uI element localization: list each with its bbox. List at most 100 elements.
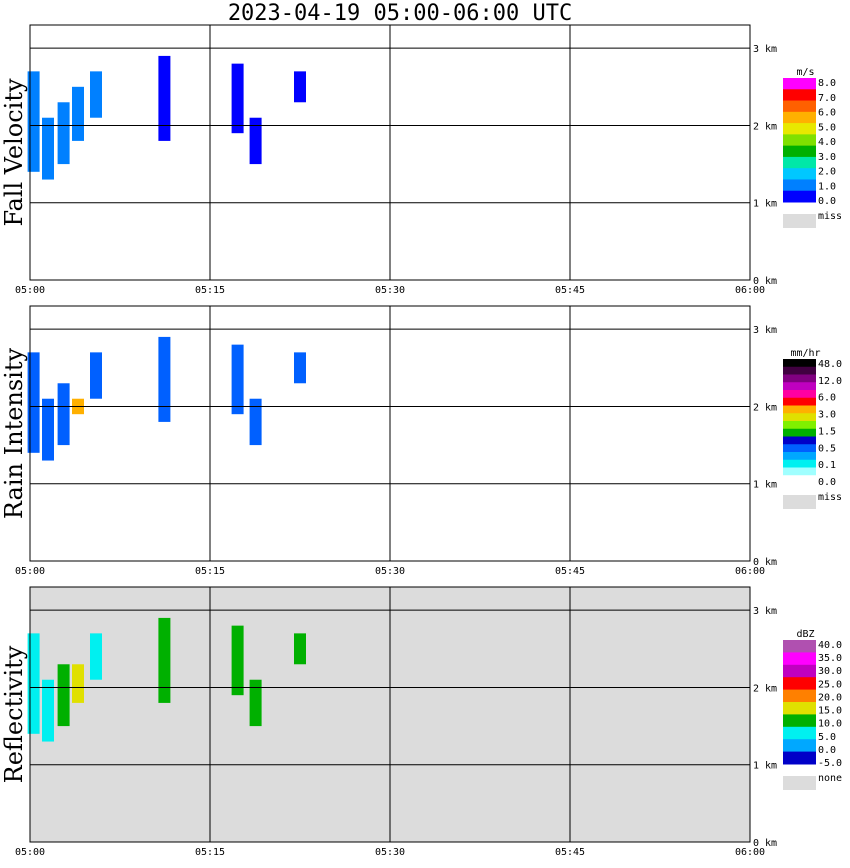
chart-canvas: 05:00 05:15 05:30 05:45 06:000 km1 km2 km3 k… <box>0 24 842 858</box>
panel-2: 05:00 05:15 05:30 05:45 06:000 km1 km2 km3 k… <box>0 305 842 577</box>
echo-cell <box>158 55 171 141</box>
y-tick-label: 1 km <box>753 480 777 491</box>
legend-swatch <box>783 390 816 399</box>
x-tick-label: 05:15 <box>195 285 225 296</box>
legend-swatch <box>783 652 816 666</box>
y-tick-label: 2 km <box>753 121 777 132</box>
y-axis-label: Reflectivity <box>0 645 28 783</box>
legend-swatch <box>783 444 816 453</box>
y-tick-label: 1 km <box>753 761 777 772</box>
x-tick-label: 05:30 <box>375 847 405 858</box>
x-tick-label: 05:45 <box>555 566 585 577</box>
echo-cell <box>42 117 54 180</box>
legend-label: 8.0 <box>818 78 836 89</box>
echo-cell <box>27 633 40 734</box>
y-tick-label: 0 km <box>753 838 777 849</box>
legend-swatch <box>783 436 816 445</box>
legend-swatch <box>783 640 816 653</box>
legend-swatch <box>783 421 816 430</box>
y-tick-label: 3 km <box>753 44 777 55</box>
legend-swatch <box>783 689 816 703</box>
legend-swatch <box>783 123 816 135</box>
legend-label: -5.0 <box>818 758 842 769</box>
legend-label: 0.1 <box>818 460 836 471</box>
legend-unit: mm/hr <box>790 348 820 359</box>
legend-label: 48.0 <box>818 359 842 370</box>
panel-3: 05:00 05:15 05:30 05:45 06:000 km1 km2 km3 k… <box>0 586 842 858</box>
legend-label: 0.0 <box>818 477 836 488</box>
legend-swatch <box>783 413 816 422</box>
y-tick-label: 3 km <box>753 606 777 617</box>
y-tick-label: 1 km <box>753 199 777 210</box>
y-tick-label: 3 km <box>753 325 777 336</box>
x-tick-label: 05:45 <box>555 847 585 858</box>
legend-label: 25.0 <box>818 679 842 690</box>
echo-cell <box>294 71 306 103</box>
x-tick-label: 05:00 <box>15 566 45 577</box>
legend-swatch <box>783 664 816 678</box>
echo-cell <box>72 664 84 703</box>
x-tick-label: 05:45 <box>555 285 585 296</box>
legend-swatch <box>783 397 816 406</box>
legend-missing-label: miss <box>818 492 842 503</box>
x-tick-label: 05:30 <box>375 285 405 296</box>
legend-swatch <box>783 374 816 383</box>
y-tick-label: 0 km <box>753 557 777 568</box>
legend-swatch <box>783 156 816 169</box>
echo-cell <box>57 102 70 165</box>
legend-swatch <box>783 475 816 484</box>
legend-label: 5.0 <box>818 732 836 743</box>
legend-label: 15.0 <box>818 706 842 717</box>
panel-1: 05:00 05:15 05:30 05:45 06:000 km1 km2 km3 k… <box>0 24 842 296</box>
x-tick-label: 05:15 <box>195 847 225 858</box>
legend-swatch <box>783 145 816 158</box>
y-tick-label: 2 km <box>753 683 777 694</box>
x-tick-label: 05:30 <box>375 566 405 577</box>
legend-label: 6.0 <box>818 393 836 404</box>
legend-swatch <box>783 100 816 113</box>
legend-swatch <box>783 190 816 203</box>
echo-cell <box>231 344 244 415</box>
legend-label: 1.5 <box>818 426 836 437</box>
legend-missing-label: none <box>818 773 842 784</box>
echo-cell <box>90 352 102 399</box>
echo-cell <box>72 86 84 141</box>
x-tick-label: 05:00 <box>15 285 45 296</box>
legend-swatch <box>783 459 816 468</box>
echo-cell <box>42 398 54 461</box>
echo-cell <box>27 352 40 453</box>
y-axis-label: Rain Intensity <box>0 348 28 520</box>
y-axis-label: Fall Velocity <box>0 78 28 227</box>
legend-swatch <box>783 726 816 740</box>
legend-unit: dBZ <box>796 629 814 640</box>
legend-label: 0.0 <box>818 745 836 756</box>
legend-label: 20.0 <box>818 692 842 703</box>
legend-label: 1.0 <box>818 181 836 192</box>
echo-cell <box>158 336 171 422</box>
legend-label: 10.0 <box>818 719 842 730</box>
echo-cell <box>57 383 70 446</box>
legend-label: 0.5 <box>818 443 836 454</box>
legend-label: 6.0 <box>818 108 836 119</box>
legend-label: 3.0 <box>818 410 836 421</box>
legend-swatch <box>783 428 816 437</box>
echo-cell <box>90 633 102 680</box>
legend-missing-swatch <box>783 214 816 228</box>
legend-swatch <box>783 382 816 391</box>
legend-missing-label: miss <box>818 211 842 222</box>
echo-cell <box>249 679 262 727</box>
echo-cell <box>158 617 171 703</box>
legend-swatch <box>783 359 816 368</box>
legend-swatch <box>783 677 816 691</box>
legend-label: 4.0 <box>818 137 836 148</box>
legend-swatch <box>783 452 816 461</box>
echo-cell <box>90 71 102 118</box>
y-tick-label: 2 km <box>753 402 777 413</box>
legend-label: 7.0 <box>818 93 836 104</box>
legend-label: 30.0 <box>818 666 842 677</box>
echo-cell <box>231 63 244 134</box>
legend-label: 3.0 <box>818 152 836 163</box>
legend-swatch <box>783 111 816 124</box>
legend-swatch <box>783 134 816 147</box>
x-tick-label: 05:15 <box>195 566 225 577</box>
